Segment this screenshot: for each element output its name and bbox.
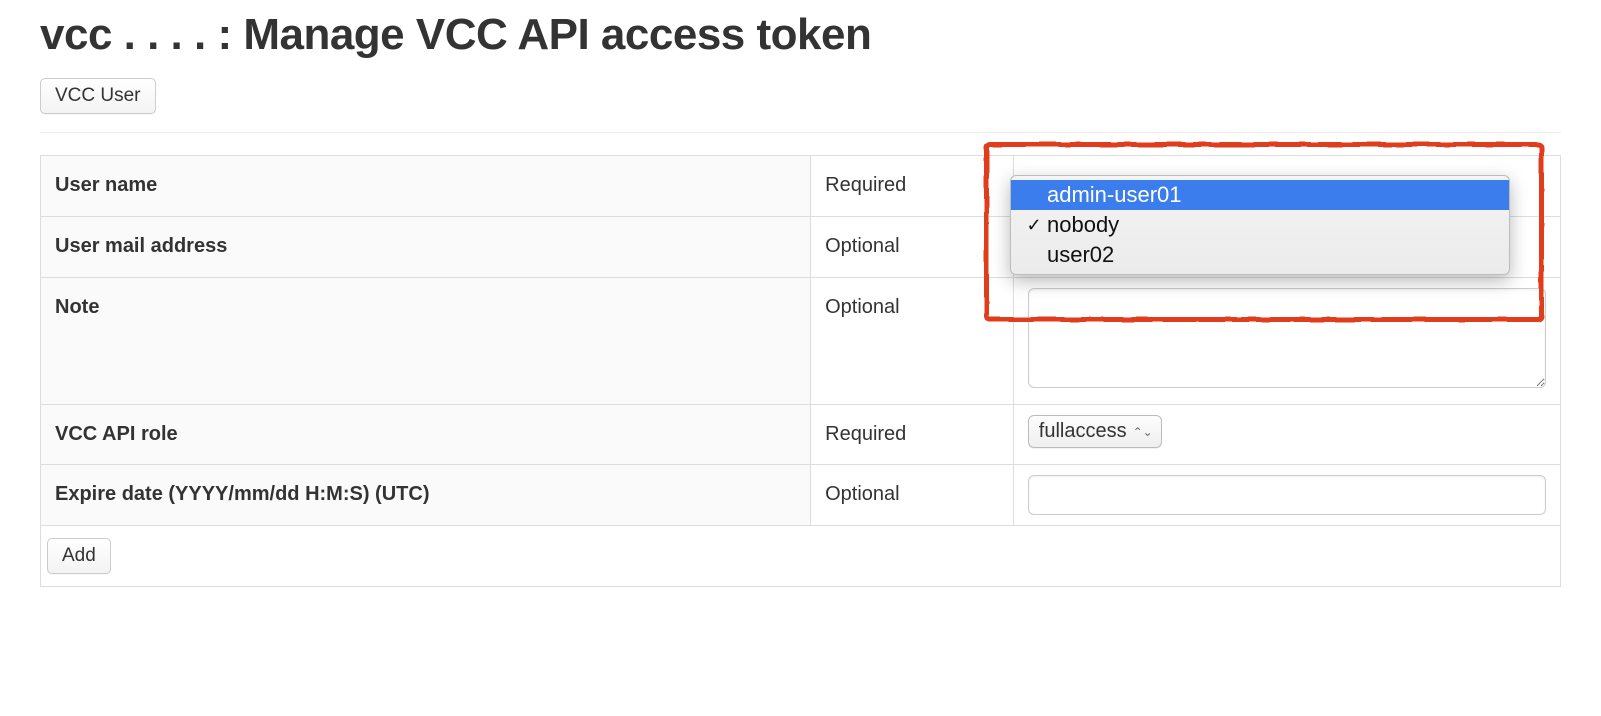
- note-textarea[interactable]: [1028, 288, 1546, 388]
- dropdown-item[interactable]: ✓admin-user01: [1011, 180, 1509, 210]
- row-control-cell: fullaccess ⌃⌄: [1013, 405, 1560, 465]
- row-requirement: Optional: [811, 217, 1014, 278]
- role-select-value: fullaccess: [1039, 420, 1127, 443]
- expire-date-input[interactable]: [1028, 475, 1546, 515]
- dropdown-item-label: user02: [1047, 242, 1114, 268]
- dropdown-item[interactable]: ✓user02: [1011, 240, 1509, 270]
- row-requirement: Required: [811, 405, 1014, 465]
- vcc-user-button[interactable]: VCC User: [40, 78, 156, 114]
- table-row: Note Optional: [41, 278, 1561, 405]
- row-label-expire: Expire date (YYYY/mm/dd H:M:S) (UTC): [41, 465, 811, 526]
- section-divider: [40, 132, 1561, 133]
- page-title: vcc . . . . : Manage VCC API access toke…: [40, 10, 1561, 60]
- row-control-cell: [1013, 465, 1560, 526]
- row-requirement: Required: [811, 156, 1014, 217]
- row-label-note: Note: [41, 278, 811, 405]
- page-container: vcc . . . . : Manage VCC API access toke…: [0, 10, 1601, 627]
- title-prefix: vcc: [40, 10, 112, 59]
- dropdown-item-label: admin-user01: [1047, 182, 1182, 208]
- table-row: Expire date (YYYY/mm/dd H:M:S) (UTC) Opt…: [41, 465, 1561, 526]
- row-control-cell: [1013, 278, 1560, 405]
- add-row: Add: [40, 526, 1561, 587]
- row-requirement: Optional: [811, 278, 1014, 405]
- dropdown-item[interactable]: ✓nobody: [1011, 210, 1509, 240]
- user-dropdown-panel[interactable]: ✓admin-user01✓nobody✓user02: [1010, 175, 1510, 275]
- chevron-updown-icon: ⌃⌄: [1133, 425, 1153, 439]
- table-row: VCC API role Required fullaccess ⌃⌄: [41, 405, 1561, 465]
- row-label-mail: User mail address: [41, 217, 811, 278]
- title-obscured: . . . .: [112, 10, 218, 59]
- role-select[interactable]: fullaccess ⌃⌄: [1028, 415, 1162, 448]
- row-label-role: VCC API role: [41, 405, 811, 465]
- dropdown-item-label: nobody: [1047, 212, 1119, 238]
- check-icon: ✓: [1021, 215, 1047, 236]
- row-requirement: Optional: [811, 465, 1014, 526]
- title-suffix: : Manage VCC API access token: [217, 10, 871, 59]
- row-label-user-name: User name: [41, 156, 811, 217]
- add-button[interactable]: Add: [47, 538, 111, 574]
